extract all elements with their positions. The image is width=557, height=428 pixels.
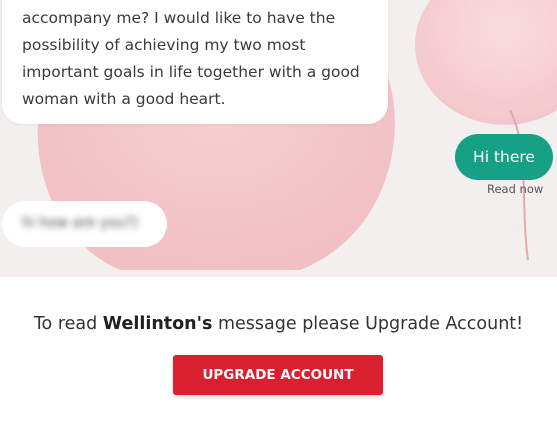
upgrade-prompt-prefix: To read: [33, 314, 103, 334]
upgrade-panel: To read Wellinton's message please Upgra…: [0, 277, 557, 428]
incoming-message-text: accompany me? I would like to have the p…: [22, 9, 360, 108]
locked-message-text: hi how are you?): [22, 215, 139, 231]
read-status: Read now: [487, 182, 544, 196]
upgrade-prompt-suffix: message please Upgrade Account!: [212, 314, 524, 334]
balloon-right: [415, 0, 557, 125]
locked-message-bubble: hi how are you?): [2, 201, 167, 247]
sender-name: Wellinton's: [102, 314, 213, 334]
outgoing-message-bubble: Hi there: [455, 134, 553, 180]
upgrade-account-button[interactable]: UPGRADE ACCOUNT: [173, 355, 383, 395]
upgrade-prompt: To read Wellinton's message please Upgra…: [0, 314, 557, 334]
chat-area: accompany me? I would like to have the p…: [0, 0, 557, 277]
outgoing-message-text: Hi there: [473, 148, 535, 166]
incoming-message-bubble: accompany me? I would like to have the p…: [2, 0, 388, 124]
